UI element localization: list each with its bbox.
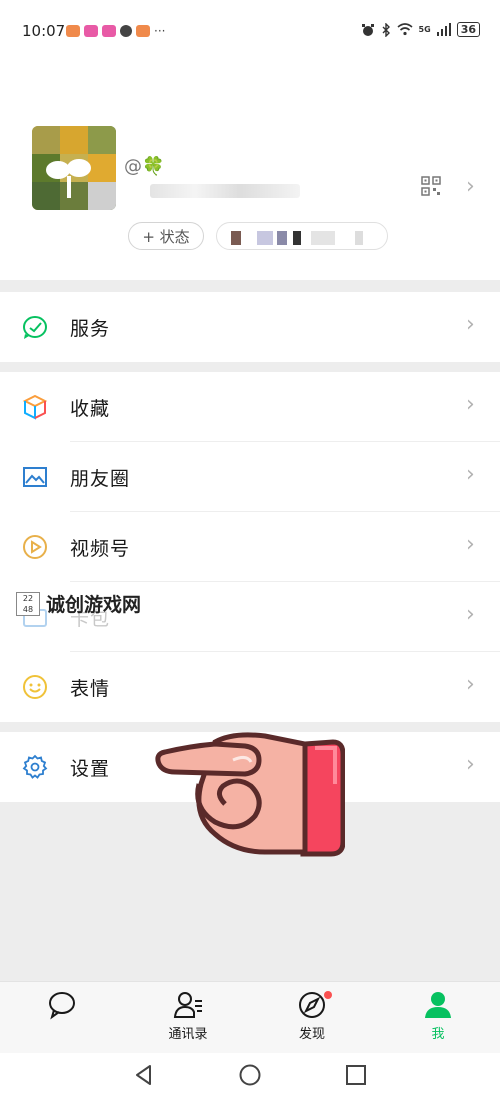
signal-type: 5G <box>418 25 431 34</box>
service-section: 服务 › <box>0 292 500 362</box>
tab-me[interactable]: 我 <box>398 990 478 1042</box>
system-nav-bar <box>0 1053 500 1095</box>
system-status: 5G 36 <box>361 22 480 37</box>
wifi-icon <box>397 23 413 36</box>
notification-dot <box>324 991 332 999</box>
nickname-decoration: @🍀 <box>124 156 165 177</box>
app-notification-icon <box>66 25 80 37</box>
chevron-right-icon: › <box>466 462 475 487</box>
main-menu-section: 收藏 › 朋友圈 › 视频号 › 卡包 › 表情 › <box>0 372 500 722</box>
qr-code-icon[interactable] <box>421 176 441 196</box>
avatar[interactable] <box>32 126 116 210</box>
status-bar: 10:07 ··· 5G 36 <box>0 0 500 62</box>
tab-label-contacts: 通讯录 <box>168 1027 208 1042</box>
chevron-right-icon: › <box>466 532 475 557</box>
channels-play-icon <box>23 535 47 559</box>
chevron-right-icon: › <box>466 312 475 337</box>
tab-discover[interactable]: 发现 <box>272 990 352 1042</box>
person-icon <box>425 992 451 1018</box>
contacts-icon <box>173 992 202 1018</box>
tab-label-discover: 发现 <box>298 1027 325 1042</box>
menu-label-stickers: 表情 <box>70 678 111 700</box>
alarm-icon <box>361 23 374 36</box>
recents-icon[interactable] <box>344 1063 368 1087</box>
chevron-right-icon: › <box>466 392 475 417</box>
gear-icon <box>22 754 48 779</box>
bluetooth-icon <box>382 22 390 37</box>
app-notification-icon <box>136 25 150 37</box>
smiley-icon <box>23 675 47 699</box>
pointing-hand-icon <box>155 732 345 857</box>
menu-item-favorites[interactable]: 收藏 › <box>0 372 500 442</box>
bottom-tab-bar: 通讯录 发现 我 <box>0 981 500 1053</box>
menu-label-favorites: 收藏 <box>70 398 111 420</box>
app-notification-icon <box>102 25 116 37</box>
menu-item-stickers[interactable]: 表情 › <box>0 652 500 722</box>
menu-item-service[interactable]: 服务 › <box>0 292 500 362</box>
service-icon <box>23 316 47 339</box>
chevron-right-icon: › <box>466 752 475 777</box>
watermark-text: 诚创游戏网 <box>46 594 142 616</box>
menu-item-moments[interactable]: 朋友圈 › <box>0 442 500 512</box>
menu-label-settings: 设置 <box>70 758 111 780</box>
chevron-right-icon: › <box>466 174 475 199</box>
battery-icon: 36 <box>456 22 480 37</box>
sprout-icon <box>46 159 91 198</box>
menu-label-channels: 视频号 <box>70 538 131 560</box>
tab-chats[interactable] <box>22 990 102 1023</box>
tab-label-me: 我 <box>431 1027 445 1042</box>
back-icon[interactable] <box>132 1063 156 1087</box>
status-redacted[interactable] <box>216 222 388 250</box>
home-icon[interactable] <box>238 1063 262 1087</box>
watermark: 22 48 诚创游戏网 <box>16 590 141 617</box>
compass-icon <box>299 992 325 1018</box>
menu-label-service: 服务 <box>70 318 111 340</box>
chevron-right-icon: › <box>466 672 475 697</box>
moments-image-icon <box>23 467 47 487</box>
menu-item-channels[interactable]: 视频号 › <box>0 512 500 582</box>
cell-signal-icon <box>436 23 451 36</box>
message-bubble-icon <box>120 25 132 37</box>
status-time: 10:07 <box>22 22 66 40</box>
chevron-right-icon: › <box>466 602 475 627</box>
profile-header[interactable]: @🍀 › + 状态 <box>0 62 500 280</box>
menu-label-moments: 朋友圈 <box>70 468 131 490</box>
notification-icons: ··· <box>66 24 165 38</box>
status-button-label: + 状态 <box>142 227 190 246</box>
tab-contacts[interactable]: 通讯录 <box>148 990 228 1042</box>
app-notification-icon <box>84 25 98 37</box>
add-status-button[interactable]: + 状态 <box>128 222 204 250</box>
nickname-redacted <box>150 184 300 198</box>
more-notifications-icon: ··· <box>154 24 166 38</box>
watermark-logo: 22 48 <box>16 591 40 616</box>
chat-bubble-icon <box>49 992 75 1020</box>
favorites-cube-icon <box>22 394 48 420</box>
